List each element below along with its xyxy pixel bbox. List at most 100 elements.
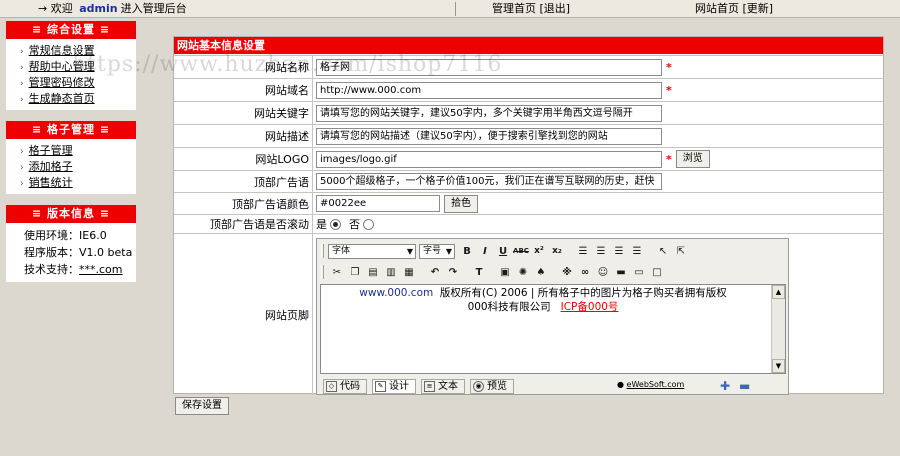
cut-icon[interactable]: ✂	[329, 264, 345, 280]
sidebar-item-help-center[interactable]: › 帮助中心管理	[20, 59, 136, 75]
fullscreen-icon[interactable]: □	[649, 264, 665, 280]
support-info: 技术支持：***.com	[24, 261, 136, 278]
scroll-down-icon[interactable]: ▼	[772, 359, 785, 373]
subscript-icon[interactable]: x₂	[549, 243, 565, 259]
editor-mode-tabs: ◇ 代码 ✎ 设计 ≡ 文本 ◉ 预览	[323, 378, 519, 394]
media-icon[interactable]: ♠	[533, 264, 549, 280]
scroll-no-label: 否	[349, 218, 360, 231]
image-icon[interactable]: ▣	[497, 264, 513, 280]
sidebar-grid-title: ≡ 格子管理 ≡	[6, 121, 136, 139]
sidebar-version-title: ≡ 版本信息 ≡	[6, 205, 136, 223]
browse-button[interactable]: 浏览	[675, 150, 710, 168]
footer-icp[interactable]: ICP备000号	[561, 301, 619, 313]
sidebar-general-panel: ≡ 综合设置 ≡ › 常规信息设置 › 帮助中心管理 › 管理密码修改 › 生成静态首页	[6, 21, 136, 110]
scroll-no-radio[interactable]	[363, 218, 374, 230]
ad-color-label: 顶部广告语颜色	[174, 193, 313, 214]
top-bar: → 欢迎 admin 进入管理后台 管理首页 [退出] 网站首页 [更新]	[0, 0, 900, 18]
save-button[interactable]: 保存设置	[175, 397, 229, 415]
keywords-input[interactable]: 请填写您的网站关键字，建议50字内，多个关键字用半角西文逗号隔开	[316, 104, 662, 122]
footer-line-1: www.000.com 版权所有(C) 2006 | 所有格子中的图片为格子购买…	[321, 286, 765, 300]
paste-icon[interactable]: ▤	[365, 264, 381, 280]
row-top-ad: 顶部广告语 5000个超级格子，一个格子价值100元，我们正在谱写互联网的历史，…	[174, 170, 883, 192]
admin-home-link[interactable]: 管理首页	[492, 2, 536, 15]
scroll-up-icon[interactable]: ▲	[772, 285, 785, 299]
link-icon[interactable]: ∞	[577, 264, 593, 280]
editor-content-area[interactable]: www.000.com 版权所有(C) 2006 | 所有格子中的图片为格子购买…	[320, 284, 786, 374]
align-right-icon[interactable]: ☰	[611, 243, 627, 259]
site-name-label: 网站名称	[174, 56, 313, 78]
sidebar-item-label[interactable]: 常规信息设置	[29, 44, 95, 57]
tab-preview[interactable]: ◉ 预览	[470, 378, 514, 394]
emoticon-icon[interactable]: ☺	[595, 264, 611, 280]
globe-icon: ◉	[473, 380, 484, 392]
site-home-link[interactable]: 网站首页	[695, 2, 739, 15]
italic-icon[interactable]: I	[477, 243, 493, 259]
scroll-yes-radio[interactable]	[330, 218, 341, 230]
site-name-input[interactable]: 格子网	[316, 58, 662, 76]
paste-word-icon[interactable]: ▦	[401, 264, 417, 280]
sidebar-grid-panel: ≡ 格子管理 ≡ › 格子管理 › 添加格子 › 销售统计	[6, 121, 136, 194]
sidebar-item-label[interactable]: 帮助中心管理	[29, 60, 95, 73]
paste-text-icon[interactable]: ▥	[383, 264, 399, 280]
sidebar-item-label[interactable]: 添加格子	[29, 160, 73, 173]
row-keywords: 网站关键字 请填写您的网站关键字，建议50字内，多个关键字用半角西文逗号隔开	[174, 101, 883, 124]
logout-link[interactable]: [退出]	[540, 2, 571, 15]
site-domain-input[interactable]: http://www.000.com	[316, 81, 662, 99]
zoom-out-icon[interactable]: ▬	[739, 379, 750, 393]
align-left-icon[interactable]: ☰	[575, 243, 591, 259]
description-input[interactable]: 请填写您的网站描述（建议50字内），便于搜索引擎找到您的网站	[316, 127, 662, 145]
top-ad-input[interactable]: 5000个超级格子，一个格子价值100元，我们正在谱写互联网的历史，赶快	[316, 173, 662, 190]
strikethrough-icon[interactable]: ABC	[513, 243, 529, 259]
remove-format-icon[interactable]: T	[471, 264, 487, 280]
color-picker-button[interactable]: 拾色	[444, 194, 478, 213]
row-site-domain: 网站域名 http://www.000.com *	[174, 78, 883, 101]
tab-text[interactable]: ≡ 文本	[421, 378, 465, 394]
redo-icon[interactable]: ↷	[445, 264, 461, 280]
sidebar-item-grid-manage[interactable]: › 格子管理	[20, 143, 136, 159]
tab-design[interactable]: ✎ 设计	[372, 378, 416, 394]
footer-company: 000科技有限公司	[467, 301, 551, 313]
zoom-in-icon[interactable]: ✚	[720, 379, 730, 393]
sidebar-item-general-info[interactable]: › 常规信息设置	[20, 43, 136, 59]
required-mark: *	[666, 152, 672, 166]
underline-icon[interactable]: U	[495, 243, 511, 259]
superscript-icon[interactable]: x²	[531, 243, 547, 259]
sidebar-item-password[interactable]: › 管理密码修改	[20, 75, 136, 91]
align-center-icon[interactable]: ☰	[593, 243, 609, 259]
flash-icon[interactable]: ✺	[515, 264, 531, 280]
toolbar-grip	[321, 244, 324, 258]
sidebar-item-static-home[interactable]: › 生成静态首页	[20, 91, 136, 107]
sidebar-item-label[interactable]: 格子管理	[29, 144, 73, 157]
editor-scrollbar[interactable]: ▲ ▼	[771, 285, 785, 373]
footer-site-link[interactable]: www.000.com	[359, 287, 433, 299]
sidebar-item-sales-stats[interactable]: › 销售统计	[20, 175, 136, 191]
ad-scroll-label: 顶部广告语是否滚动	[174, 215, 313, 233]
horizontal-rule-icon[interactable]: ▬	[613, 264, 629, 280]
bold-icon[interactable]: B	[459, 243, 475, 259]
absolute-position-icon[interactable]: ⇱	[673, 243, 689, 259]
font-size-select[interactable]: 字号 ▼	[419, 243, 455, 259]
sidebar-item-label[interactable]: 生成静态首页	[29, 92, 95, 105]
refresh-link[interactable]: [更新]	[743, 2, 774, 15]
marquee-icon[interactable]: ▭	[631, 264, 647, 280]
copy-icon[interactable]: ❐	[347, 264, 363, 280]
bullet-icon: ›	[20, 79, 24, 89]
toolbar-grip	[321, 265, 324, 279]
sidebar-item-grid-add[interactable]: › 添加格子	[20, 159, 136, 175]
support-link[interactable]: ***.com	[79, 263, 123, 276]
brand-link[interactable]: eWebSoft.com	[627, 380, 685, 389]
align-justify-icon[interactable]: ☰	[629, 243, 645, 259]
font-family-select[interactable]: 字体 ▼	[328, 243, 416, 259]
special-char-icon[interactable]: ※	[559, 264, 575, 280]
arrow-icon: →	[38, 2, 48, 15]
undo-icon[interactable]: ↶	[427, 264, 443, 280]
select-pointer-icon[interactable]: ↖	[655, 243, 671, 259]
tab-code[interactable]: ◇ 代码	[323, 378, 367, 394]
ad-color-input[interactable]: #0022ee	[316, 195, 440, 212]
design-icon: ✎	[375, 380, 386, 392]
logo-input[interactable]: images/logo.gif	[316, 150, 662, 168]
site-domain-label: 网站域名	[174, 79, 313, 101]
sidebar-item-label[interactable]: 管理密码修改	[29, 76, 95, 89]
sidebar-item-label[interactable]: 销售统计	[29, 176, 73, 189]
editor-brand: ● eWebSoft.com	[617, 380, 684, 389]
